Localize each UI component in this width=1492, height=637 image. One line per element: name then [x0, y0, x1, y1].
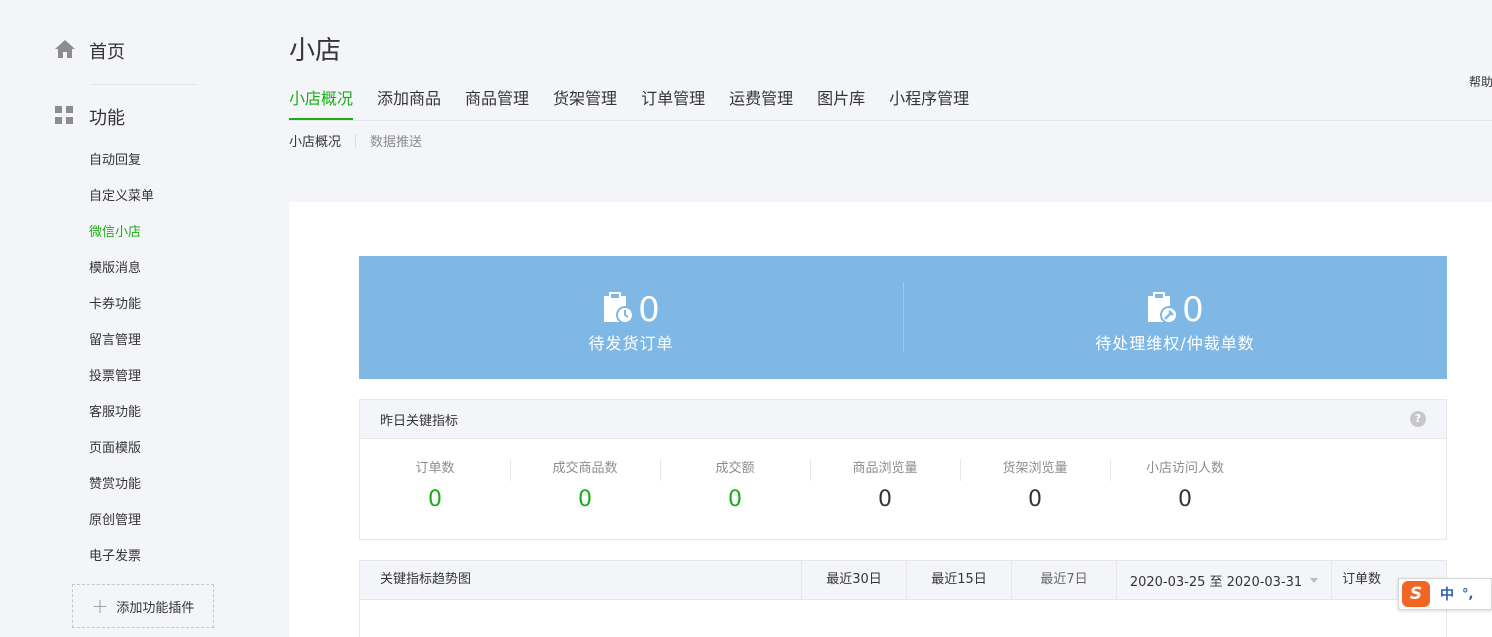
- tab-bar: 小店概况 添加商品 商品管理 货架管理 订单管理 运费管理 图片库 小程序管理: [289, 86, 993, 121]
- tab-image-library[interactable]: 图片库: [817, 86, 865, 121]
- tab-divider: [289, 120, 1492, 121]
- metric-label: 成交额: [715, 461, 755, 476]
- sidebar-item-home-label: 首页: [89, 42, 125, 63]
- yesterday-metrics-card: 昨日关键指标 ? 订单数 0 成交商品数 0 成交额 0 商品浏览量 0 货架浏…: [359, 399, 1447, 540]
- sidebar-divider: [90, 84, 197, 85]
- metric-value: 0: [578, 487, 592, 512]
- date-range-picker[interactable]: 2020-03-25 至 2020-03-31: [1116, 561, 1331, 599]
- metric-label: 商品浏览量: [852, 461, 918, 476]
- ime-toolbar[interactable]: S 中 °,: [1398, 578, 1492, 610]
- tab-add-product[interactable]: 添加商品: [377, 86, 441, 121]
- trend-chart-card: 关键指标趋势图 最近30日 最近15日 最近7日 2020-03-25 至 20…: [359, 560, 1447, 637]
- sidebar-item-auto-reply[interactable]: 自动回复: [89, 151, 154, 187]
- range-7-days-button[interactable]: 最近7日: [1011, 561, 1116, 599]
- add-plugin-button[interactable]: + 添加功能插件: [72, 584, 214, 628]
- sidebar-menu: 自动回复 自定义菜单 微信小店 模版消息 卡券功能 留言管理 投票管理 客服功能…: [89, 151, 154, 583]
- range-15-days-button[interactable]: 最近15日: [906, 561, 1011, 599]
- metric-value: 0: [1178, 487, 1192, 512]
- pending-disputes-label: 待处理维权/仲裁单数: [1095, 334, 1255, 353]
- sidebar-item-home[interactable]: 首页: [54, 38, 125, 64]
- sidebar-item-original[interactable]: 原创管理: [89, 511, 154, 547]
- sidebar-item-wechat-store[interactable]: 微信小店: [89, 223, 154, 259]
- sidebar-item-comments[interactable]: 留言管理: [89, 331, 154, 367]
- metric-shelf-views: 货架浏览量 0: [960, 459, 1110, 517]
- grid-icon: [54, 105, 74, 129]
- plus-icon: +: [91, 594, 109, 618]
- metric-store-visitors: 小店访问人数 0: [1110, 459, 1260, 517]
- pending-shipment-count: 0: [638, 290, 660, 330]
- pending-disputes-card[interactable]: 0 待处理维权/仲裁单数: [903, 256, 1447, 379]
- tab-shelf-management[interactable]: 货架管理: [553, 86, 617, 121]
- metric-product-views: 商品浏览量 0: [810, 459, 960, 517]
- metric-revenue: 成交额 0: [660, 459, 810, 517]
- tab-product-management[interactable]: 商品管理: [465, 86, 529, 121]
- metric-value: 0: [878, 487, 892, 512]
- metrics-title: 昨日关键指标: [380, 413, 459, 429]
- pending-disputes-count: 0: [1182, 290, 1204, 330]
- metric-label: 订单数: [415, 461, 455, 476]
- sidebar-item-e-invoice[interactable]: 电子发票: [89, 547, 154, 583]
- help-link[interactable]: 帮助: [1469, 73, 1492, 90]
- metric-label: 货架浏览量: [1002, 461, 1068, 476]
- help-icon[interactable]: ?: [1410, 411, 1426, 427]
- sidebar-item-page-templates[interactable]: 页面模版: [89, 439, 154, 475]
- ime-language-toggle[interactable]: 中: [1440, 584, 1454, 604]
- sidebar: 首页 功能 自动回复 自定义菜单 微信小店 模版消息 卡券功能 留言管理 投票管…: [0, 0, 270, 637]
- page-title: 小店: [289, 36, 342, 66]
- tab-shipping-management[interactable]: 运费管理: [729, 86, 793, 121]
- range-30-days-button[interactable]: 最近30日: [801, 561, 906, 599]
- date-range-value: 2020-03-25 至 2020-03-31: [1129, 574, 1303, 590]
- sidebar-group-features[interactable]: 功能: [54, 104, 125, 130]
- tab-store-overview[interactable]: 小店概况: [289, 86, 354, 121]
- clipboard-clock-icon: [602, 291, 636, 329]
- add-plugin-label: 添加功能插件: [116, 600, 195, 616]
- metric-value: 0: [728, 487, 742, 512]
- tab-order-management[interactable]: 订单管理: [641, 86, 705, 121]
- pending-shipment-label: 待发货订单: [588, 334, 674, 353]
- metric-value: 0: [1028, 487, 1042, 512]
- metric-orders: 订单数 0: [360, 459, 510, 517]
- chevron-down-icon: [1310, 577, 1319, 583]
- trend-title: 关键指标趋势图: [380, 572, 472, 587]
- subtab-separator: [355, 134, 357, 147]
- ime-logo-icon[interactable]: S: [1402, 581, 1430, 607]
- clipboard-gavel-icon: [1146, 291, 1180, 329]
- subtab-store-overview[interactable]: 小店概况: [289, 131, 341, 150]
- metric-items-sold: 成交商品数 0: [510, 459, 660, 517]
- sidebar-item-custom-menu[interactable]: 自定义菜单: [89, 187, 154, 223]
- sidebar-item-customer-service[interactable]: 客服功能: [89, 403, 154, 439]
- sidebar-item-template-messages[interactable]: 模版消息: [89, 259, 154, 295]
- metric-label: 小店访问人数: [1145, 461, 1224, 476]
- subtab-bar: 小店概况 数据推送: [289, 131, 422, 150]
- tab-mini-program[interactable]: 小程序管理: [889, 86, 969, 121]
- metric-label: 成交商品数: [552, 461, 618, 476]
- home-icon: [54, 39, 76, 63]
- ime-punctuation-toggle[interactable]: °,: [1462, 587, 1473, 602]
- subtab-data-push[interactable]: 数据推送: [370, 131, 422, 150]
- sidebar-group-label: 功能: [89, 108, 125, 129]
- sidebar-item-appreciation[interactable]: 赞赏功能: [89, 475, 154, 511]
- pending-shipment-card[interactable]: 0 待发货订单: [359, 256, 903, 379]
- order-status-banner: 0 待发货订单 0 待处理维权/仲裁单数: [359, 256, 1447, 379]
- sidebar-item-votes[interactable]: 投票管理: [89, 367, 154, 403]
- sidebar-item-cards[interactable]: 卡券功能: [89, 295, 154, 331]
- metric-value: 0: [428, 487, 442, 512]
